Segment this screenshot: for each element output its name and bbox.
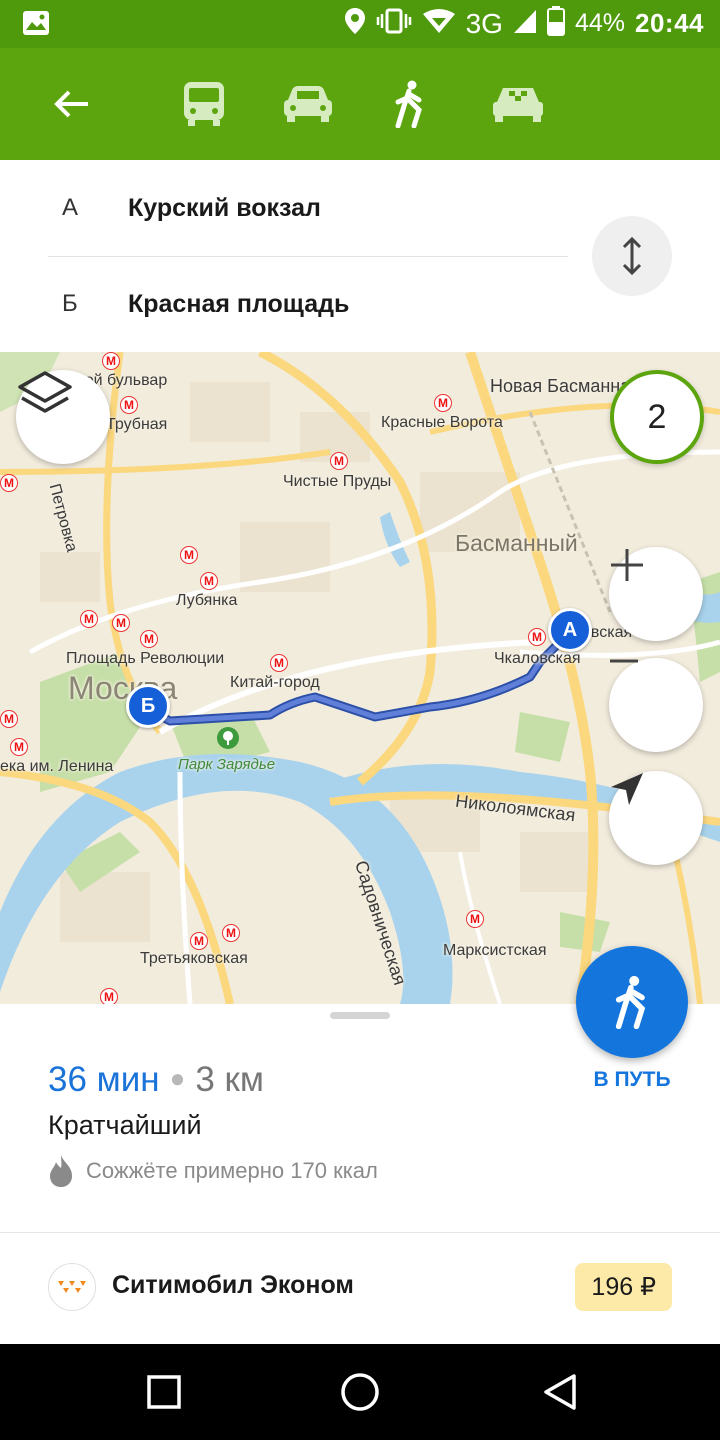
taxi-logo-icon bbox=[48, 1263, 96, 1311]
flame-icon bbox=[50, 1155, 72, 1187]
from-letter: А bbox=[62, 194, 79, 221]
location-arrow-icon bbox=[611, 773, 643, 805]
home-button[interactable] bbox=[336, 1368, 384, 1416]
separator-dot: ● bbox=[169, 1063, 186, 1093]
taxi-service-name: Ситимобил Эконом bbox=[112, 1271, 354, 1299]
swap-route-button[interactable] bbox=[592, 216, 672, 296]
metro-icon: M bbox=[330, 452, 348, 470]
taxi-icon bbox=[493, 88, 543, 122]
route-type: Кратчайший bbox=[48, 1110, 202, 1140]
to-letter: Б bbox=[62, 290, 78, 317]
map-label-kitay-gorod: Китай-город bbox=[230, 674, 320, 691]
car-icon bbox=[284, 86, 332, 122]
network-type: 3G bbox=[465, 7, 503, 39]
route-summary-sheet: 36 мин ● 3 км Кратчайший Сожжёте примерно … bbox=[0, 946, 720, 1344]
my-location-button[interactable] bbox=[609, 771, 703, 865]
circle-icon bbox=[341, 1373, 379, 1411]
route-panel: А Курский вокзал Б Красная площадь bbox=[0, 160, 720, 352]
metro-icon: M bbox=[180, 546, 198, 564]
mode-bus-tab[interactable] bbox=[174, 76, 234, 132]
start-navigation-label[interactable]: В ПУТЬ bbox=[576, 1068, 688, 1092]
metro-icon: M bbox=[222, 924, 240, 942]
metro-icon: M bbox=[112, 614, 130, 632]
location-icon bbox=[344, 7, 366, 40]
transport-toolbar bbox=[0, 48, 720, 160]
route-start-pin[interactable]: А bbox=[548, 608, 592, 652]
map-label-chkalovskaya: Чкаловская bbox=[494, 650, 581, 667]
to-value: Красная площадь bbox=[128, 289, 350, 318]
route-distance: 3 км bbox=[195, 1060, 264, 1099]
metro-icon: M bbox=[0, 474, 18, 492]
map-view[interactable]: M M M M M M M M M M M M M M M M M M Цвет… bbox=[0, 352, 720, 1004]
route-from-field[interactable]: А Курский вокзал bbox=[48, 160, 568, 256]
map-label-lubyanka: Лубянка bbox=[176, 592, 238, 609]
recents-button[interactable] bbox=[140, 1368, 188, 1416]
swap-vertical-icon bbox=[622, 236, 642, 276]
arrow-back-icon bbox=[54, 90, 88, 118]
mode-car-tab[interactable] bbox=[278, 76, 338, 132]
metro-icon: M bbox=[466, 910, 484, 928]
zoom-out-button[interactable] bbox=[609, 658, 703, 752]
map-label-marksistskaya: Марксистская bbox=[443, 942, 547, 959]
system-nav-bar bbox=[0, 1344, 720, 1440]
back-button[interactable] bbox=[46, 78, 98, 130]
route-duration: 36 мин bbox=[48, 1060, 160, 1099]
calories-info: Сожжёте примерно 170 ккал bbox=[48, 1154, 378, 1188]
metro-icon: M bbox=[528, 628, 546, 646]
vibrate-icon bbox=[376, 8, 412, 39]
gallery-notification-icon bbox=[22, 10, 50, 41]
layers-button[interactable] bbox=[16, 370, 110, 464]
pedestrian-icon bbox=[395, 80, 422, 128]
taxi-price-badge: 196 ₽ bbox=[575, 1263, 672, 1311]
drag-handle[interactable] bbox=[330, 1012, 390, 1019]
map-label-trubnaya: Трубная bbox=[106, 416, 168, 433]
metro-icon: M bbox=[100, 988, 118, 1004]
status-bar: 3G 44% 20:44 bbox=[0, 0, 720, 48]
pedestrian-icon bbox=[615, 975, 646, 1029]
bus-icon bbox=[184, 82, 224, 126]
wifi-icon bbox=[422, 8, 456, 39]
mode-walk-tab[interactable] bbox=[380, 76, 440, 132]
map-label-krasnye-vorota: Красные Ворота bbox=[381, 414, 503, 431]
taxi-offer-row[interactable]: Ситимобил Эконом 196 ₽ bbox=[0, 1233, 720, 1344]
square-icon bbox=[147, 1375, 181, 1409]
metro-icon: M bbox=[10, 738, 28, 756]
metro-icon: M bbox=[140, 630, 158, 648]
back-nav-button[interactable] bbox=[536, 1368, 584, 1416]
clock: 20:44 bbox=[635, 8, 704, 38]
minus-icon bbox=[610, 659, 638, 663]
map-label-basmanny: Басманный bbox=[455, 530, 578, 556]
signal-icon bbox=[513, 8, 537, 39]
metro-icon: M bbox=[270, 654, 288, 672]
route-end-pin[interactable]: Б bbox=[126, 684, 170, 728]
start-navigation-button[interactable] bbox=[576, 946, 688, 1058]
battery-level: 44% bbox=[574, 9, 625, 37]
from-value: Курский вокзал bbox=[128, 193, 321, 222]
map-label-park-zaryadye: Парк Зарядье bbox=[178, 756, 276, 773]
triangle-back-icon bbox=[544, 1374, 576, 1410]
mode-taxi-tab[interactable] bbox=[488, 76, 548, 132]
map-label-chistye-prudy: Чистые Пруды bbox=[283, 473, 392, 490]
metro-icon: M bbox=[190, 932, 208, 950]
map-label-lenin-library: ека им. Ленина bbox=[0, 758, 114, 775]
battery-icon bbox=[546, 6, 565, 41]
calories-text: Сожжёте примерно 170 ккал bbox=[86, 1158, 378, 1183]
metro-icon: M bbox=[80, 610, 98, 628]
plus-icon bbox=[611, 549, 643, 581]
metro-icon: M bbox=[434, 394, 452, 412]
metro-icon: M bbox=[102, 352, 120, 370]
metro-icon: M bbox=[120, 396, 138, 414]
zoom-in-button[interactable] bbox=[609, 547, 703, 641]
route-summary: 36 мин ● 3 км bbox=[48, 1060, 264, 1100]
map-label-tretyakovskaya: Третьяковская bbox=[140, 950, 248, 967]
route-to-field[interactable]: Б Красная площадь bbox=[48, 256, 568, 352]
route-variants-button[interactable]: 2 bbox=[610, 370, 704, 464]
metro-icon: M bbox=[0, 710, 18, 728]
metro-icon: M bbox=[200, 572, 218, 590]
map-label-pl-revolyutsii: Площадь Революции bbox=[66, 650, 225, 667]
layers-icon bbox=[18, 371, 72, 413]
